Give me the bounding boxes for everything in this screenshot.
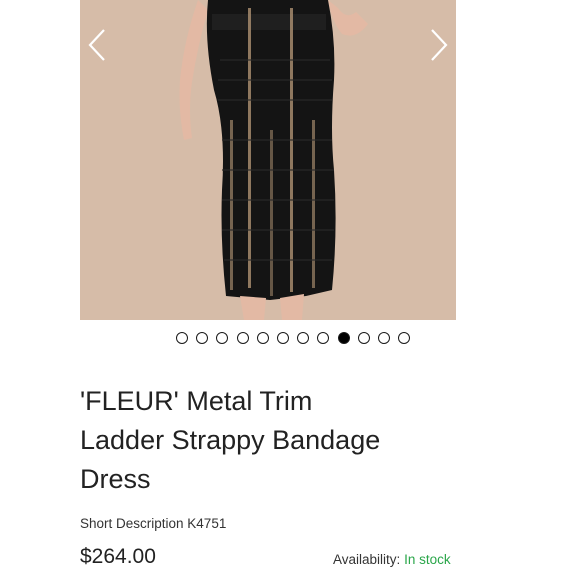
product-page: 'FLEUR' Metal Trim Ladder Strappy Bandag… (0, 0, 580, 580)
availability-label: Availability: (333, 552, 401, 567)
pagination-dot[interactable] (377, 332, 390, 344)
stock-status: In stock (404, 552, 451, 567)
pagination-dot[interactable] (196, 332, 209, 344)
pagination-dot[interactable] (236, 332, 249, 344)
pagination-dot[interactable] (216, 332, 229, 344)
pagination-dot[interactable] (176, 332, 188, 344)
pagination-dot[interactable] (256, 332, 269, 344)
pagination-dot[interactable] (357, 332, 370, 344)
product-title-line: 'FLEUR' Metal Trim (80, 386, 313, 416)
product-image-gallery[interactable] (80, 0, 456, 320)
gallery-pagination (176, 331, 411, 347)
pagination-dot[interactable] (398, 332, 411, 344)
pagination-dot[interactable] (337, 332, 350, 344)
product-title-line: Dress (80, 464, 151, 494)
availability: Availability: In stock (333, 552, 451, 567)
product-title: 'FLEUR' Metal Trim Ladder Strappy Bandag… (80, 382, 500, 499)
product-image (80, 0, 456, 320)
chevron-left-icon[interactable] (84, 26, 114, 64)
short-description: Short Description K4751 (80, 516, 227, 531)
pagination-dot[interactable] (317, 332, 330, 344)
product-title-line: Ladder Strappy Bandage (80, 425, 381, 455)
pagination-dot[interactable] (276, 332, 289, 344)
chevron-right-icon[interactable] (424, 26, 454, 64)
pagination-dot[interactable] (297, 332, 310, 344)
product-price: $264.00 (80, 545, 156, 568)
